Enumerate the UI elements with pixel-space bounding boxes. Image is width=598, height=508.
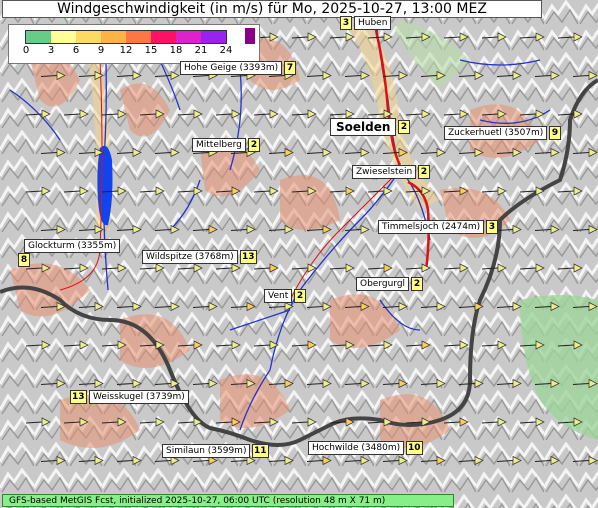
legend-tick-label: 3	[47, 45, 55, 56]
wind-value-badge: 10	[406, 441, 423, 455]
legend-tick-label: 15	[144, 45, 158, 56]
legend-tick-label: 9	[97, 45, 105, 56]
place-label: Weisskugel (3739m)	[89, 390, 189, 404]
legend-swatch	[101, 31, 126, 43]
wind-value-badge: 13	[240, 250, 257, 264]
place-label: Vent	[264, 289, 293, 303]
wind-value-badge: 2	[398, 120, 410, 134]
legend-tick-label: 0	[22, 45, 30, 56]
place-label: Timmelsjoch (2474m)	[378, 220, 485, 234]
legend-tick-label: 12	[119, 45, 133, 56]
legend-swatch	[126, 31, 151, 43]
place-label: Glockturm (3355m)	[24, 239, 121, 253]
wind-value-badge: 7	[284, 61, 296, 75]
wind-value-badge: 2	[418, 165, 430, 179]
legend-swatch	[51, 31, 76, 43]
place-label: Hochwilde (3480m)	[308, 441, 405, 455]
place-label: Hohe Geige (3393m)	[180, 61, 283, 75]
legend-tick-label: 6	[72, 45, 80, 56]
place-label: Huben	[354, 16, 392, 30]
place-label: Obergurgl	[356, 277, 410, 291]
wind-value-badge: 8	[18, 253, 30, 267]
place-label: Wildspitze (3768m)	[142, 250, 238, 264]
wind-speed-legend: 0 3 6 9 12 15 18 21 24	[8, 24, 260, 64]
wind-value-badge: 13	[70, 390, 87, 404]
legend-swatch	[201, 31, 226, 43]
place-label: Soelden	[330, 118, 397, 136]
wind-value-badge: 3	[486, 220, 498, 234]
place-label: Zuckerhuetl (3507m)	[444, 126, 548, 140]
map-title: Windgeschwindigkeit (in m/s) für Mo, 202…	[2, 0, 542, 18]
wind-value-badge: 11	[252, 444, 269, 458]
wind-value-badge: 9	[549, 126, 561, 140]
wind-value-badge: 2	[248, 138, 260, 152]
place-label: Mittelberg	[192, 138, 246, 152]
wind-map	[0, 0, 598, 508]
place-label: Zwieselstein	[352, 165, 417, 179]
legend-swatch	[76, 31, 101, 43]
wind-value-badge: 3	[340, 16, 352, 30]
legend-tick-label: 24	[219, 45, 233, 56]
legend-swatch	[26, 31, 51, 43]
legend-swatch	[176, 31, 201, 43]
place-label: Similaun (3599m)	[162, 444, 251, 458]
legend-color-scale	[25, 30, 227, 44]
wind-value-badge: 2	[294, 289, 306, 303]
legend-swatch	[151, 31, 176, 43]
legend-tick-label: 18	[169, 45, 183, 56]
legend-color-end	[245, 28, 255, 44]
forecast-footer: GFS-based MetGIS Fcst, initialized 2025-…	[2, 494, 454, 507]
legend-tick-label: 21	[194, 45, 208, 56]
wind-value-badge: 2	[411, 277, 423, 291]
